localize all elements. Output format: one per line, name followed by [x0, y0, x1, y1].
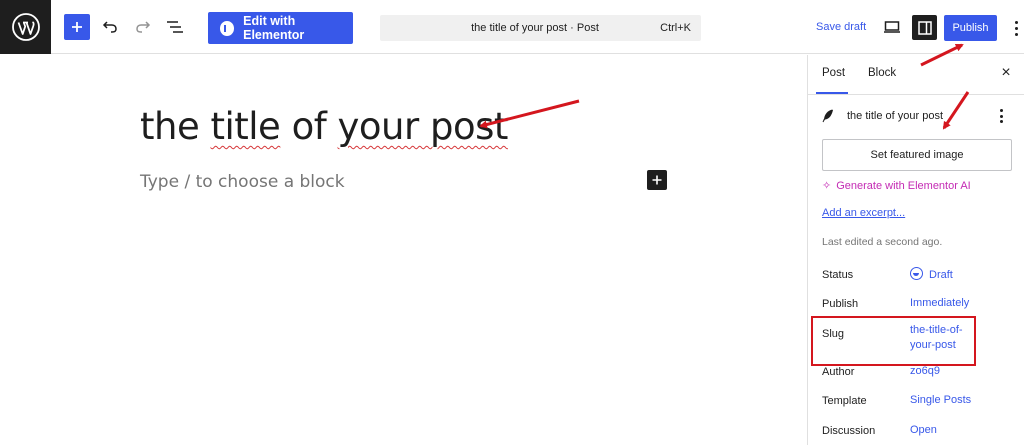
post-title-part: of: [280, 105, 338, 148]
edit-with-elementor-button[interactable]: Edit with Elementor: [208, 12, 353, 44]
desktop-view-button[interactable]: [882, 18, 902, 36]
save-draft-button[interactable]: Save draft: [816, 21, 866, 33]
command-bar-title: the title of your post · Post: [471, 22, 599, 34]
command-bar-shortcut: Ctrl+K: [660, 22, 691, 34]
sparkle-icon: ✧: [822, 180, 832, 192]
post-title[interactable]: the title of your post: [140, 105, 508, 148]
generate-elementor-ai-label: Generate with Elementor AI: [836, 179, 971, 192]
tab-block[interactable]: Block: [868, 67, 896, 79]
last-edited-text: Last edited a second ago.: [822, 236, 943, 248]
publish-label: Publish: [822, 298, 859, 310]
draft-status-icon: [910, 267, 923, 280]
discussion-value-button[interactable]: Open: [910, 423, 937, 438]
redo-icon: [136, 21, 151, 33]
generate-elementor-ai-link[interactable]: ✧ Generate with Elementor AI: [822, 179, 971, 193]
tab-post[interactable]: Post: [822, 67, 845, 79]
post-title-part: the: [140, 105, 211, 148]
more-vertical-icon[interactable]: [1010, 17, 1022, 39]
publish-date-button[interactable]: Immediately: [910, 296, 969, 311]
settings-sidebar: Post Block × the title of your post Set …: [807, 55, 1024, 445]
status-label: Status: [822, 269, 854, 281]
block-placeholder[interactable]: Type / to choose a block: [140, 172, 345, 192]
edit-with-elementor-label: Edit with Elementor: [243, 14, 305, 42]
publish-button[interactable]: Publish: [944, 15, 997, 41]
document-overview-button[interactable]: [163, 14, 187, 40]
set-featured-image-button[interactable]: Set featured image: [822, 139, 1012, 171]
plus-icon: [72, 22, 82, 32]
plus-icon: [652, 175, 662, 185]
add-excerpt-link[interactable]: Add an excerpt...: [822, 207, 905, 219]
add-block-button[interactable]: [64, 14, 90, 40]
close-icon[interactable]: ×: [998, 65, 1014, 81]
wordpress-logo-svg: [11, 13, 40, 41]
tab-active-indicator: [816, 92, 848, 94]
wordpress-logo-icon[interactable]: [0, 0, 51, 54]
command-palette-bar[interactable]: the title of your post · Post Ctrl+K: [380, 15, 701, 41]
undo-icon: [102, 21, 117, 33]
discussion-label: Discussion: [822, 425, 876, 437]
post-title-spellcheck-word: title: [210, 105, 281, 148]
editor-canvas: the title of your post Type / to choose …: [0, 55, 807, 445]
redo-button[interactable]: [131, 14, 155, 40]
document-overview-icon: [167, 21, 183, 33]
post-summary-card: the title of your post: [822, 109, 943, 123]
status-value: Draft: [929, 269, 953, 281]
sidebar-tabs: Post Block ×: [808, 55, 1024, 95]
post-title-spellcheck-word: your post: [337, 105, 509, 148]
post-feather-icon: [822, 109, 833, 123]
editor-toolbar: Edit with Elementor the title of your po…: [0, 0, 1024, 54]
template-value-button[interactable]: Single Posts: [910, 393, 971, 408]
status-value-button[interactable]: Draft: [910, 267, 953, 283]
author-value-button[interactable]: zo6q9: [910, 364, 940, 379]
author-label: Author: [822, 366, 855, 378]
slug-highlight-box: [811, 316, 976, 366]
block-inserter-button[interactable]: [647, 170, 667, 190]
template-label: Template: [822, 395, 867, 407]
undo-button[interactable]: [98, 14, 122, 40]
desktop-view-icon: [884, 21, 900, 33]
elementor-icon: [220, 20, 235, 36]
sidebar-toggle-icon: [917, 20, 932, 35]
settings-sidebar-toggle[interactable]: [912, 15, 937, 40]
post-summary-title: the title of your post: [847, 110, 943, 122]
post-actions-more-icon[interactable]: [1000, 109, 1004, 123]
